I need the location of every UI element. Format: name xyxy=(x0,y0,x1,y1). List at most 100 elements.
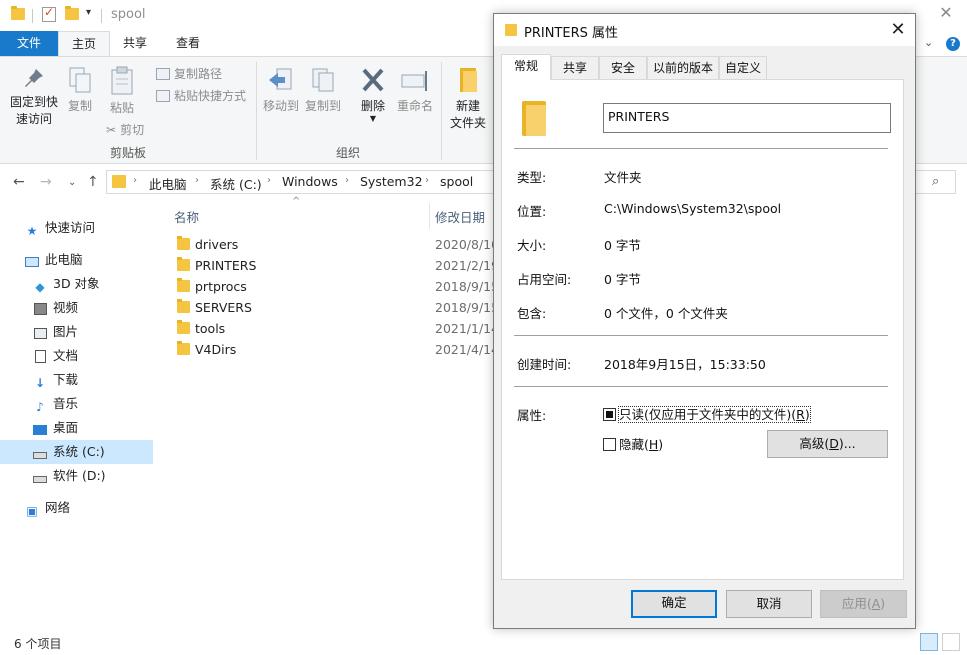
hidden-checkbox[interactable]: 隐藏(H) xyxy=(603,437,663,455)
recent-locations-chevron-icon[interactable]: ⌄ xyxy=(68,177,76,188)
folder-name-field[interactable]: PRINTERS xyxy=(603,103,891,133)
customize-quick-access-icon[interactable]: ▾ xyxy=(86,7,91,18)
nav-item-documents[interactable]: 文档 xyxy=(32,344,78,368)
divider[interactable] xyxy=(429,203,430,229)
folder-icon xyxy=(177,320,190,334)
chevron-right-icon[interactable]: › xyxy=(133,175,137,186)
breadcrumb-this-pc[interactable]: 此电脑 xyxy=(149,174,187,193)
readonly-label-suffix: ) xyxy=(804,407,810,422)
nav-label: 系统 (C:) xyxy=(53,444,105,459)
drive-icon xyxy=(32,448,48,462)
file-date: 2021/2/19 xyxy=(435,258,500,273)
nav-item-network[interactable]: ▣ 网络 xyxy=(24,496,70,520)
apply-button[interactable]: 应用(A) xyxy=(820,590,907,618)
tab-general[interactable]: 常规 xyxy=(501,54,551,80)
nav-item-drive-c[interactable]: 系统 (C:) xyxy=(0,440,153,464)
delete-button[interactable]: 删除 ▼ xyxy=(356,66,390,123)
nav-item-drive-d[interactable]: 软件 (D:) xyxy=(32,464,106,488)
nav-item-this-pc[interactable]: 此电脑 xyxy=(24,248,83,272)
search-icon[interactable]: ⌕ xyxy=(932,174,939,189)
nav-item-desktop[interactable]: 桌面 xyxy=(32,416,78,440)
tab-share[interactable]: 共享 xyxy=(112,31,158,57)
copy-to-icon xyxy=(312,68,334,92)
tab-security[interactable]: 安全 xyxy=(599,56,647,79)
help-icon[interactable]: ? xyxy=(946,37,960,51)
paste-shortcut-icon xyxy=(156,90,170,102)
column-header-name[interactable]: 名称 xyxy=(174,207,199,226)
advanced-button[interactable]: 高级(D)... xyxy=(767,430,888,458)
file-name: drivers xyxy=(195,237,239,252)
divider xyxy=(32,9,33,23)
column-header-modified[interactable]: 修改日期 xyxy=(435,207,485,226)
rename-button[interactable]: 重命名 xyxy=(396,66,434,115)
chevron-right-icon[interactable]: › xyxy=(425,175,429,186)
file-row[interactable]: PRINTERS 2021/2/19 xyxy=(174,255,504,276)
properties-quick-access-icon[interactable] xyxy=(42,5,56,22)
back-arrow-icon[interactable]: ← xyxy=(13,174,25,190)
breadcrumb-drive-c[interactable]: 系统 (C:) xyxy=(210,174,262,193)
contains-label: 包含: xyxy=(517,306,547,321)
details-view-icon[interactable] xyxy=(920,633,938,651)
folder-icon xyxy=(505,24,517,36)
file-row[interactable]: prtprocs 2018/9/15 xyxy=(174,276,504,297)
up-arrow-icon[interactable]: ↑ xyxy=(87,174,99,190)
divider xyxy=(256,62,257,160)
folder-icon xyxy=(460,68,477,92)
new-folder-button[interactable]: 新建 文件夹 xyxy=(446,66,490,132)
large-icons-view-icon[interactable] xyxy=(942,633,960,651)
breadcrumb-spool[interactable]: spool xyxy=(440,174,473,189)
copy-to-button[interactable]: 复制到 xyxy=(304,66,342,115)
nav-label: 视频 xyxy=(53,300,79,315)
cancel-button[interactable]: 取消 xyxy=(726,590,812,618)
file-row[interactable]: V4Dirs 2021/4/14 xyxy=(174,339,504,360)
breadcrumb-system32[interactable]: System32 xyxy=(360,174,423,189)
checkbox-indeterminate-icon[interactable] xyxy=(603,408,616,421)
checkbox-icon[interactable] xyxy=(603,438,616,451)
folder-icon xyxy=(11,6,25,20)
nav-item-videos[interactable]: 视频 xyxy=(32,296,78,320)
dialog-titlebar[interactable]: PRINTERS 属性 ✕ xyxy=(494,14,915,46)
folder-icon xyxy=(177,257,190,271)
tab-customize[interactable]: 自定义 xyxy=(719,56,767,79)
tab-view[interactable]: 查看 xyxy=(162,31,214,57)
nav-item-downloads[interactable]: ↓ 下载 xyxy=(32,368,78,392)
advanced-label-text: 高级( xyxy=(799,436,830,451)
paste-shortcut-button[interactable]: 粘贴快捷方式 xyxy=(156,87,246,104)
delete-x-icon xyxy=(362,68,384,92)
file-date: 2020/8/10 xyxy=(435,237,500,252)
chevron-right-icon[interactable]: › xyxy=(267,175,271,186)
chevron-right-icon[interactable]: › xyxy=(195,175,199,186)
new-folder-label-line1: 新建 xyxy=(455,99,480,113)
nav-label: 图片 xyxy=(53,324,79,339)
breadcrumb-windows[interactable]: Windows xyxy=(282,174,338,189)
nav-item-music[interactable]: ♪ 音乐 xyxy=(32,392,78,416)
general-tab-panel xyxy=(501,79,904,580)
tab-sharing[interactable]: 共享 xyxy=(551,56,599,79)
forward-arrow-icon[interactable]: → xyxy=(40,174,52,190)
file-row[interactable]: SERVERS 2018/9/15 xyxy=(174,297,504,318)
tab-file[interactable]: 文件 xyxy=(0,31,58,56)
nav-item-pictures[interactable]: 图片 xyxy=(32,320,78,344)
paste-button[interactable]: 粘贴 xyxy=(104,66,140,117)
nav-item-3d-objects[interactable]: ◆ 3D 对象 xyxy=(32,272,99,296)
move-to-button[interactable]: 移动到 xyxy=(262,66,300,115)
network-icon: ▣ xyxy=(26,504,38,518)
close-icon[interactable]: ✕ xyxy=(885,18,911,42)
tab-home[interactable]: 主页 xyxy=(58,31,110,57)
pin-to-quick-access-button[interactable]: 固定到快 速访问 xyxy=(6,66,62,128)
cut-button[interactable]: ✂ 剪切 xyxy=(106,121,144,138)
nav-item-quick-access[interactable]: ★ 快速访问 xyxy=(24,216,95,240)
chevron-down-icon[interactable]: ⌄ xyxy=(924,36,933,49)
tab-previous-versions[interactable]: 以前的版本 xyxy=(647,56,719,79)
copy-path-button[interactable]: 复制路径 xyxy=(156,65,222,82)
file-row[interactable]: drivers 2020/8/10 xyxy=(174,234,504,255)
download-arrow-icon: ↓ xyxy=(34,376,46,390)
copy-button[interactable]: 复制 xyxy=(64,66,96,115)
chevron-right-icon[interactable]: › xyxy=(345,175,349,186)
copy-label: 复制 xyxy=(67,99,92,113)
ok-button[interactable]: 确定 xyxy=(631,590,717,618)
new-folder-quick-access-icon[interactable] xyxy=(65,6,79,20)
close-icon[interactable]: ✕ xyxy=(934,3,958,25)
readonly-checkbox[interactable]: 只读(仅应用于文件夹中的文件)(R) xyxy=(603,406,811,425)
file-row[interactable]: tools 2021/1/14 xyxy=(174,318,504,339)
